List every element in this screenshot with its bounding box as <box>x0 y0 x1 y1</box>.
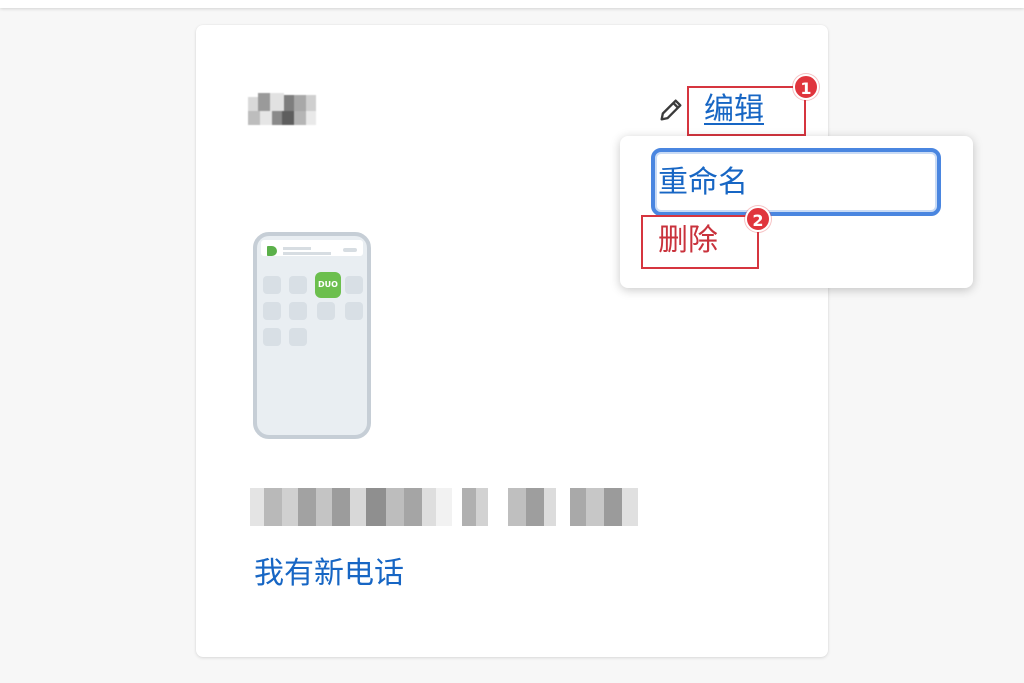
rename-label: 重命名 <box>658 165 748 200</box>
app-tile <box>289 302 307 320</box>
device-model-redacted <box>250 488 642 526</box>
delete-menu-item[interactable]: 删除 <box>658 221 718 261</box>
device-name-redacted <box>248 93 318 131</box>
app-tile <box>317 302 335 320</box>
app-tile <box>289 328 307 346</box>
app-tile <box>289 276 307 294</box>
app-tile <box>345 302 363 320</box>
phone-notification <box>261 240 363 256</box>
top-bar <box>0 0 1024 8</box>
annotation-badge-1: 1 <box>793 74 819 100</box>
app-tile <box>263 276 281 294</box>
annotation-box-edit <box>687 86 806 136</box>
phone-illustration: DUO <box>253 232 371 439</box>
app-tile <box>263 302 281 320</box>
new-phone-link[interactable]: 我有新电话 <box>254 554 404 594</box>
app-tile <box>345 276 363 294</box>
app-tile <box>263 328 281 346</box>
duo-logo-icon <box>267 246 277 256</box>
duo-app-icon: DUO <box>315 272 341 298</box>
annotation-badge-2: 2 <box>745 206 771 232</box>
pencil-icon[interactable] <box>657 96 685 124</box>
